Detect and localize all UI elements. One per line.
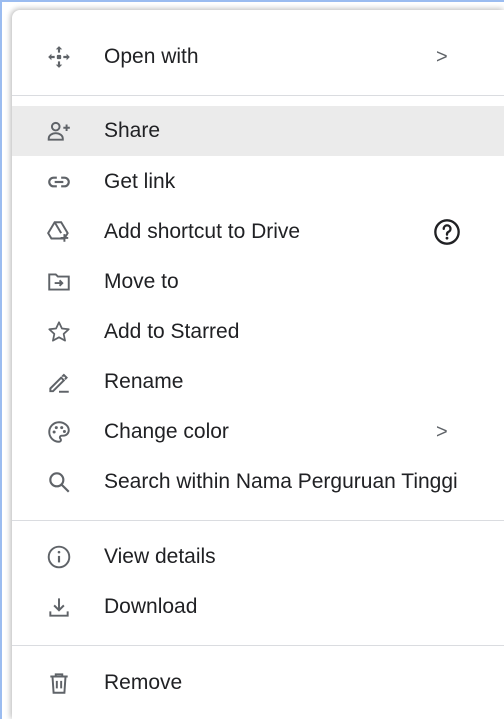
- menu-item-label: Remove: [104, 671, 183, 694]
- menu-item-add-to-starred[interactable]: Add to Starred: [12, 307, 504, 357]
- open-with-icon: [44, 42, 74, 72]
- menu-item-move-to[interactable]: Move to: [12, 257, 504, 307]
- download-icon: [44, 592, 74, 622]
- palette-icon: [44, 417, 74, 447]
- menu-item-open-with[interactable]: Open with >: [12, 32, 504, 82]
- menu-item-rename[interactable]: Rename: [12, 357, 504, 407]
- context-menu: Open with > Share Get link Add shortcut …: [12, 10, 504, 719]
- menu-divider: [12, 95, 504, 96]
- chevron-right-icon: >: [436, 420, 448, 443]
- menu-item-label: Open with: [104, 45, 199, 68]
- menu-item-share[interactable]: Share: [12, 106, 504, 156]
- menu-item-download[interactable]: Download: [12, 582, 504, 632]
- menu-divider: [12, 645, 504, 646]
- menu-item-add-shortcut[interactable]: Add shortcut to Drive: [12, 207, 504, 257]
- menu-item-label: View details: [104, 545, 216, 568]
- menu-item-search-within[interactable]: Search within Nama Perguruan Tinggi: [12, 457, 504, 507]
- chevron-right-icon: >: [436, 45, 448, 68]
- menu-divider: [12, 520, 504, 521]
- menu-item-remove[interactable]: Remove: [12, 658, 504, 708]
- info-icon: [44, 542, 74, 572]
- menu-item-view-details[interactable]: View details: [12, 532, 504, 582]
- menu-item-label: Change color: [104, 420, 229, 443]
- menu-item-label: Move to: [104, 270, 179, 293]
- help-icon[interactable]: [432, 217, 462, 247]
- menu-item-label: Download: [104, 595, 198, 618]
- menu-item-label: Search within Nama Perguruan Tinggi: [104, 470, 458, 493]
- menu-item-get-link[interactable]: Get link: [12, 157, 504, 207]
- menu-item-label: Rename: [104, 370, 184, 393]
- menu-item-label: Share: [104, 119, 161, 142]
- link-icon: [44, 167, 74, 197]
- menu-item-change-color[interactable]: Change color >: [12, 407, 504, 457]
- menu-item-label: Get link: [104, 170, 176, 193]
- person-add-icon: [44, 116, 74, 146]
- add-shortcut-icon: [44, 217, 74, 247]
- search-icon: [44, 467, 74, 497]
- move-to-folder-icon: [44, 267, 74, 297]
- star-icon: [44, 317, 74, 347]
- trash-icon: [44, 668, 74, 698]
- menu-item-label: Add shortcut to Drive: [104, 220, 301, 243]
- menu-item-label: Add to Starred: [104, 320, 240, 343]
- rename-pencil-icon: [44, 367, 74, 397]
